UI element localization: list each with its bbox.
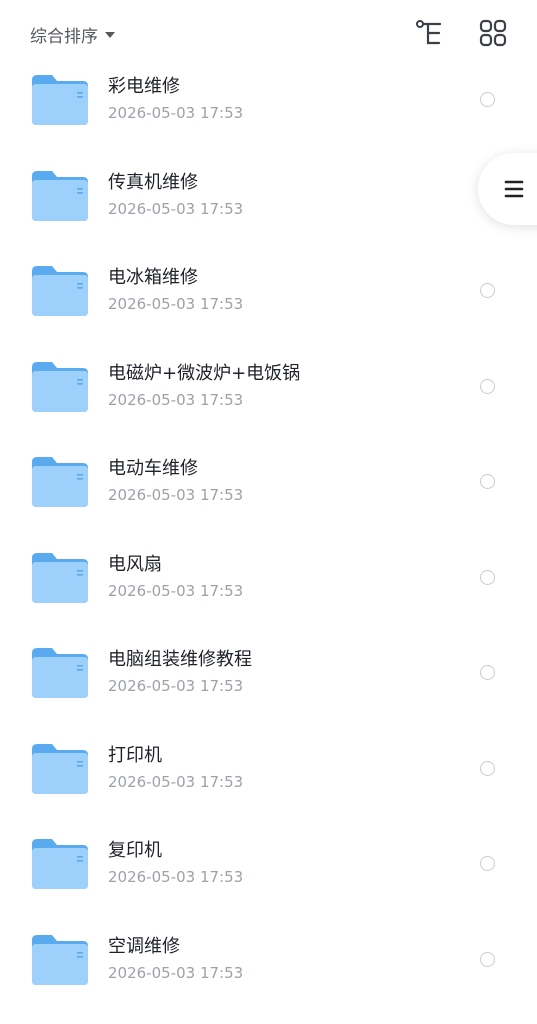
- file-name: 空调维修: [108, 935, 180, 957]
- list-item[interactable]: 电动车维修 2026-05-03 17:53: [0, 439, 537, 535]
- sort-dropdown[interactable]: 综合排序: [30, 20, 115, 48]
- select-radio[interactable]: [480, 283, 495, 298]
- caret-down-icon: [105, 32, 115, 38]
- file-list-panel: 综合排序 彩电维修 2026-05-03 17:53 传真机维修 2026-05-03…: [0, 0, 537, 1024]
- folder-icon: [32, 457, 88, 507]
- file-date: 2026-05-03 17:53: [108, 295, 244, 313]
- file-list: 彩电维修 2026-05-03 17:53 传真机维修 2026-05-03 17:5…: [0, 57, 537, 1012]
- file-date: 2026-05-03 17:53: [108, 486, 244, 504]
- menu-lines-icon: [504, 180, 524, 198]
- select-radio[interactable]: [480, 92, 495, 107]
- list-item[interactable]: 电风扇 2026-05-03 17:53: [0, 535, 537, 631]
- file-name: 电风扇: [108, 553, 162, 575]
- select-radio[interactable]: [480, 474, 495, 489]
- list-item[interactable]: 电脑组装维修教程 2026-05-03 17:53: [0, 630, 537, 726]
- sort-label: 综合排序: [30, 26, 98, 47]
- select-radio[interactable]: [480, 760, 495, 776]
- select-radio[interactable]: [480, 951, 495, 967]
- select-radio[interactable]: [480, 665, 495, 680]
- folder-icon: [32, 361, 88, 412]
- file-date: 2026-05-03 17:53: [108, 390, 244, 409]
- folder-icon: [32, 266, 88, 316]
- file-date: 2026-05-03 17:53: [108, 772, 244, 791]
- list-item[interactable]: 彩电维修 2026-05-03 17:53: [0, 57, 537, 153]
- file-date: 2026-05-03 17:53: [108, 868, 244, 886]
- folder-icon: [32, 839, 88, 889]
- file-name: 电磁炉+微波炉+电饭锅: [108, 362, 301, 384]
- grid-view-icon[interactable]: [478, 18, 508, 48]
- file-date: 2026-05-03 17:53: [108, 581, 244, 600]
- file-name: 电冰箱维修: [108, 267, 198, 288]
- list-item[interactable]: 电磁炉+微波炉+电饭锅 2026-05-03 17:53: [0, 344, 537, 440]
- file-date: 2026-05-03 17:53: [108, 677, 244, 695]
- list-item[interactable]: 电冰箱维修 2026-05-03 17:53: [0, 248, 537, 344]
- list-item[interactable]: 空调维修 2026-05-03 17:53: [0, 917, 537, 1013]
- file-name: 彩电维修: [108, 76, 180, 97]
- tree-view-icon[interactable]: [415, 18, 445, 48]
- folder-icon: [32, 75, 88, 125]
- file-date: 2026-05-03 17:53: [108, 199, 244, 218]
- select-radio[interactable]: [480, 569, 495, 585]
- file-date: 2026-05-03 17:53: [108, 104, 244, 122]
- folder-icon: [32, 648, 88, 698]
- folder-icon: [32, 934, 88, 985]
- select-radio[interactable]: [480, 378, 495, 394]
- list-item[interactable]: 传真机维修 2026-05-03 17:53: [0, 153, 537, 249]
- file-name: 电动车维修: [108, 458, 198, 479]
- file-name: 复印机: [108, 840, 162, 861]
- folder-icon: [32, 743, 88, 794]
- folder-icon: [32, 552, 88, 603]
- list-item[interactable]: 打印机 2026-05-03 17:53: [0, 726, 537, 822]
- file-name: 传真机维修: [108, 171, 198, 193]
- file-name: 打印机: [108, 744, 162, 766]
- file-name: 电脑组装维修教程: [108, 649, 252, 670]
- file-date: 2026-05-03 17:53: [108, 963, 244, 982]
- folder-icon: [32, 170, 88, 221]
- select-radio[interactable]: [480, 856, 495, 871]
- list-item[interactable]: 复印机 2026-05-03 17:53: [0, 821, 537, 917]
